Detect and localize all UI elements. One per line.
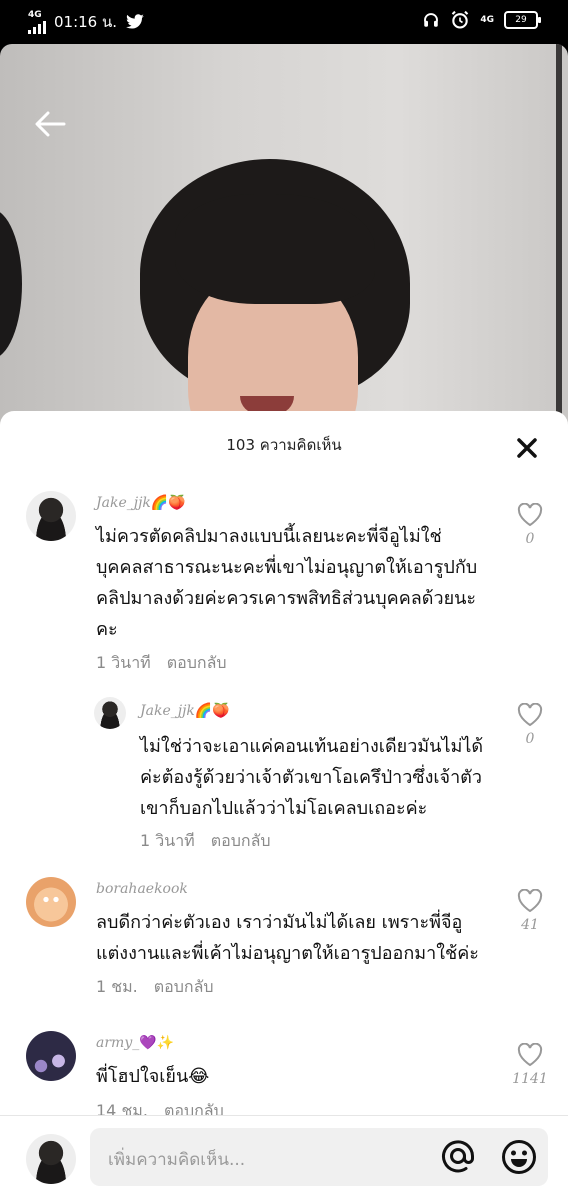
emoji-button[interactable] (500, 1138, 538, 1176)
like-button[interactable]: 0 (510, 703, 550, 747)
comment-meta: 1 วินาที ตอบกลับ (96, 651, 227, 676)
like-count: 1141 (512, 1071, 548, 1087)
heart-outline-icon (517, 703, 543, 727)
comment-username[interactable]: borahaekook (96, 881, 188, 897)
like-button[interactable]: 0 (510, 503, 550, 547)
battery-level: 29 (515, 15, 527, 25)
username-emoji: 💜✨ (139, 1035, 175, 1051)
comment-text: ไม่ควรตัดคลิปมาลงแบบนี้เลยนะคะพี่จีอูไม่… (96, 526, 478, 640)
comment-time: 1 วินาที (140, 831, 195, 850)
status-bar: 4G 01:16 น. 4G 29 (0, 0, 568, 44)
status-right: 4G 29 (422, 10, 541, 30)
avatar[interactable] (26, 491, 76, 541)
comment-text: พี่โฮปใจเย็น😂 (96, 1066, 210, 1087)
comments-count-title: 103 ความคิดเห็น (226, 436, 342, 454)
like-button[interactable]: 1141 (510, 1043, 550, 1087)
close-button[interactable] (516, 437, 538, 459)
comment-username[interactable]: Jake_jjk🌈🍑 (140, 703, 230, 719)
like-count: 0 (525, 731, 535, 747)
comment-meta: 1 ชม. ตอบกลับ (96, 975, 214, 1000)
comment-item: borahaekook ลบดีกว่าค่ะตัวเอง เราว่ามันไ… (0, 875, 568, 1005)
battery-icon: 29 (504, 11, 541, 29)
comment-time: 1 วินาที (96, 653, 151, 672)
at-sign-icon (442, 1140, 474, 1173)
reply-button[interactable]: ตอบกลับ (211, 831, 271, 850)
signal-bars-icon (28, 20, 46, 34)
network-type-right: 4G (480, 14, 494, 25)
alarm-icon (452, 10, 469, 29)
avatar[interactable] (26, 877, 76, 927)
network-type-left: 4G (28, 9, 42, 20)
signal-indicator: 4G (28, 9, 46, 34)
smiley-icon (502, 1140, 536, 1174)
comment-username[interactable]: army_💜✨ (96, 1035, 174, 1051)
comment-text: ไม่ใช่ว่าจะเอาแค่คอนเท้นอย่างเดียวมันไม่… (140, 736, 484, 819)
comment-item: Jake_jjk🌈🍑 ไม่ควรตัดคลิปมาลงแบบนี้เลยนะค… (0, 489, 568, 679)
comment-meta: 1 วินาที ตอบกลับ (140, 829, 271, 854)
mention-button[interactable] (440, 1138, 476, 1174)
reply-button[interactable]: ตอบกลับ (154, 977, 214, 996)
video-figure-fringe (175, 194, 375, 304)
status-left: 4G 01:16 น. (28, 10, 145, 34)
headphones-icon (424, 13, 439, 27)
comment-text: ลบดีกว่าค่ะตัวเอง เราว่ามันไม่ได้เลย เพร… (96, 912, 479, 964)
avatar[interactable] (94, 697, 126, 729)
like-button[interactable]: 41 (510, 889, 550, 933)
heart-outline-icon (517, 889, 543, 913)
current-user-avatar[interactable] (26, 1134, 76, 1184)
heart-outline-icon (517, 503, 543, 527)
video-figure-left (0, 209, 22, 359)
twitter-icon (126, 14, 144, 29)
comment-input-placeholder: เพิ่มความคิดเห็น... (108, 1150, 246, 1170)
username-emoji: 🌈🍑 (150, 495, 186, 511)
back-button[interactable] (30, 104, 70, 144)
clock: 01:16 น. (54, 13, 118, 31)
comment-username[interactable]: Jake_jjk🌈🍑 (96, 495, 186, 511)
avatar[interactable] (26, 1031, 76, 1081)
comment-input[interactable]: เพิ่มความคิดเห็น... (90, 1128, 548, 1186)
arrow-left-icon (35, 111, 66, 137)
like-count: 41 (521, 917, 539, 933)
video-player[interactable] (0, 44, 568, 444)
comment-time: 1 ชม. (96, 977, 138, 996)
reply-button[interactable]: ตอบกลับ (167, 653, 227, 672)
reply-comment-item: Jake_jjk🌈🍑 ไม่ใช่ว่าจะเอาแค่คอนเท้นอย่าง… (0, 695, 568, 855)
comments-sheet: 103 ความคิดเห็น Jake_jjk🌈🍑 ไม่ควรตัดคลิป… (0, 411, 568, 1200)
close-icon (517, 438, 537, 458)
username-emoji: 🌈🍑 (194, 703, 230, 719)
heart-outline-icon (517, 1043, 543, 1067)
video-door-frame (556, 44, 562, 444)
comment-input-bar: เพิ่มความคิดเห็น... (0, 1115, 568, 1201)
like-count: 0 (525, 531, 535, 547)
